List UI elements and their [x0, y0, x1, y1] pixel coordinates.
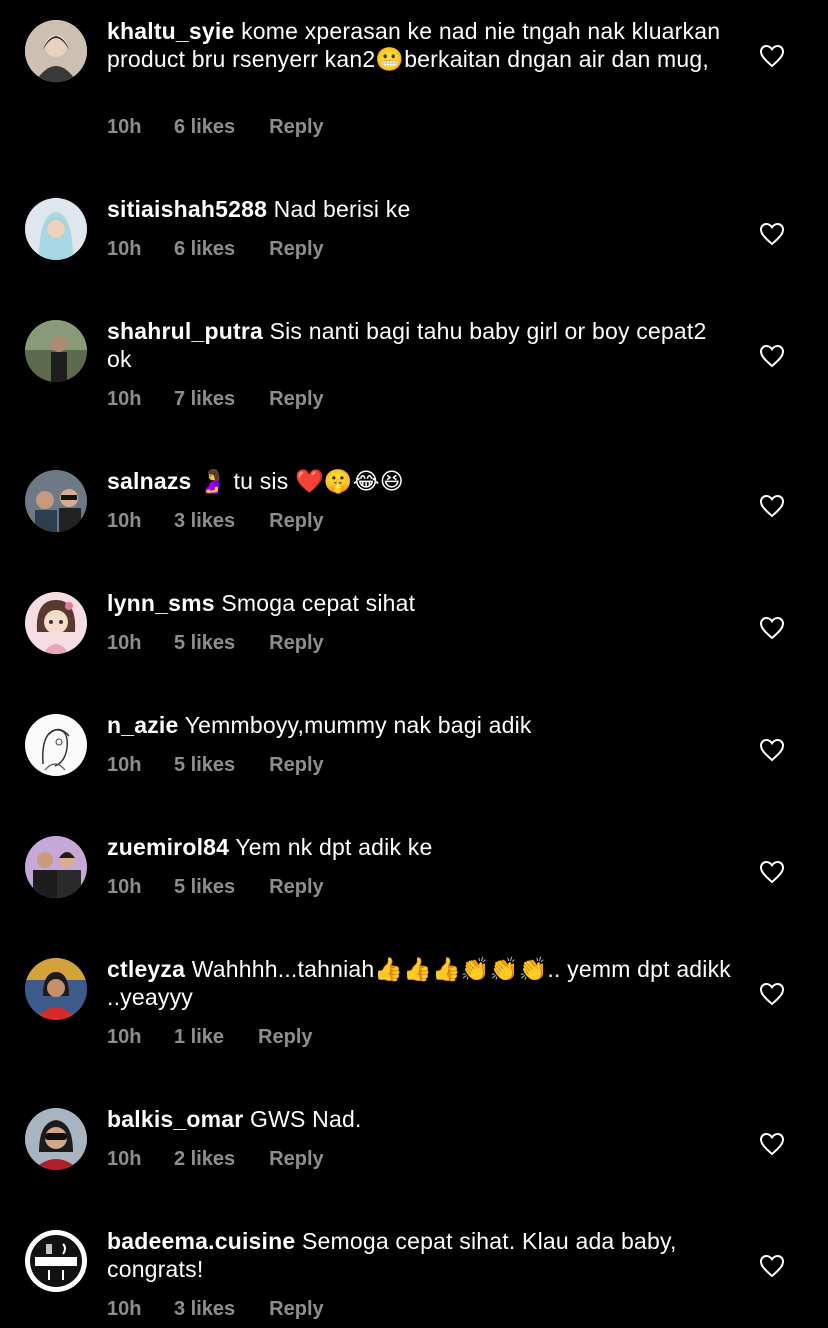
comment-body: Yemmboyy,mummy nak bagi adik [184, 712, 532, 738]
comment-body: 🤰 tu sis ❤️🤫😂😆 [198, 468, 404, 494]
avatar[interactable] [25, 836, 87, 898]
comment-username[interactable]: salnazs [107, 468, 192, 494]
reply-button[interactable]: Reply [269, 1148, 323, 1171]
reply-button[interactable]: Reply [258, 1026, 312, 1049]
heart-outline-icon[interactable] [759, 860, 785, 884]
heart-outline-icon[interactable] [759, 616, 785, 640]
heart-outline-icon[interactable] [759, 494, 785, 518]
comment-body: Smoga cepat sihat [221, 590, 416, 616]
comment-meta: 10h 7 likes Reply [107, 388, 324, 411]
comment-time: 10h [107, 238, 142, 260]
reply-button[interactable]: Reply [269, 388, 323, 411]
reply-button[interactable]: Reply [269, 754, 323, 777]
avatar[interactable] [25, 1108, 87, 1170]
comment-text: badeema.cuisine Semoga cepat sihat. Klau… [107, 1227, 732, 1283]
heart-outline-icon[interactable] [759, 1132, 785, 1156]
comment-likes[interactable]: 3 likes [174, 510, 235, 533]
comment-text: lynn_sms Smoga cepat sihat [107, 589, 732, 617]
comment-body: Yem nk dpt adik ke [235, 834, 433, 860]
comment-meta: 10h 3 likes Reply [107, 510, 324, 533]
comment-username[interactable]: ctleyza [107, 956, 185, 982]
comment-username[interactable]: zuemirol84 [107, 834, 229, 860]
comment-username[interactable]: n_azie [107, 712, 179, 738]
comment-username[interactable]: khaltu_syie [107, 18, 235, 44]
badeema-logo [25, 1230, 87, 1292]
heart-outline-icon[interactable] [759, 222, 785, 246]
comment-meta: 10h 5 likes Reply [107, 632, 324, 655]
comment-likes[interactable]: 7 likes [174, 388, 235, 411]
comment-text: sitiaishah5288 Nad berisi ke [107, 195, 732, 223]
reply-button[interactable]: Reply [269, 116, 323, 139]
comment-text: salnazs 🤰 tu sis ❤️🤫😂😆 [107, 467, 732, 495]
comment-likes[interactable]: 6 likes [174, 116, 235, 139]
comment-likes[interactable]: 2 likes [174, 1148, 235, 1171]
comment-meta: 10h 6 likes Reply [107, 238, 324, 261]
comment-time: 10h [107, 1026, 142, 1048]
comment-text: ctleyza Wahhhh...tahniah👍👍👍👏👏👏.. yemm dp… [107, 955, 732, 1011]
comment-time: 10h [107, 388, 142, 410]
comment-meta: 10h 1 like Reply [107, 1026, 313, 1049]
comment-text: zuemirol84 Yem nk dpt adik ke [107, 833, 732, 861]
reply-button[interactable]: Reply [269, 876, 323, 899]
comment-meta: 10h 3 likes Reply [107, 1298, 324, 1321]
comment-username[interactable]: sitiaishah5288 [107, 196, 267, 222]
comment-body: GWS Nad. [250, 1106, 362, 1132]
comment-likes[interactable]: 1 like [174, 1026, 224, 1049]
reply-button[interactable]: Reply [269, 238, 323, 261]
comment-time: 10h [107, 510, 142, 532]
comment-time: 10h [107, 1298, 142, 1320]
comment-username[interactable]: badeema.cuisine [107, 1228, 295, 1254]
comment-likes[interactable]: 3 likes [174, 1298, 235, 1321]
heart-outline-icon[interactable] [759, 44, 785, 68]
comment-text: balkis_omar GWS Nad. [107, 1105, 732, 1133]
avatar[interactable] [25, 1230, 87, 1292]
avatar[interactable] [25, 198, 87, 260]
avatar[interactable] [25, 320, 87, 382]
comment-username[interactable]: lynn_sms [107, 590, 215, 616]
comment-meta: 10h 5 likes Reply [107, 754, 324, 777]
comment-username[interactable]: shahrul_putra [107, 318, 263, 344]
comment-text: shahrul_putra Sis nanti bagi tahu baby g… [107, 317, 732, 373]
avatar[interactable] [25, 958, 87, 1020]
comment-text: khaltu_syie kome xperasan ke nad nie tng… [107, 17, 732, 73]
comment-time: 10h [107, 632, 142, 654]
comment-likes[interactable]: 5 likes [174, 876, 235, 899]
comment-body: Nad berisi ke [273, 196, 411, 222]
avatar[interactable] [25, 714, 87, 776]
comment-likes[interactable]: 6 likes [174, 238, 235, 261]
comment-time: 10h [107, 1148, 142, 1170]
comment-meta: 10h 5 likes Reply [107, 876, 324, 899]
reply-button[interactable]: Reply [269, 1298, 323, 1321]
comment-time: 10h [107, 116, 142, 138]
comment-text: n_azie Yemmboyy,mummy nak bagi adik [107, 711, 732, 739]
comment-likes[interactable]: 5 likes [174, 632, 235, 655]
comment-username[interactable]: balkis_omar [107, 1106, 243, 1132]
comment-time: 10h [107, 876, 142, 898]
avatar[interactable] [25, 20, 87, 82]
avatar[interactable] [25, 470, 87, 532]
heart-outline-icon[interactable] [759, 344, 785, 368]
reply-button[interactable]: Reply [269, 632, 323, 655]
comment-meta: 10h 6 likes Reply [107, 116, 324, 139]
heart-outline-icon[interactable] [759, 982, 785, 1006]
heart-outline-icon[interactable] [759, 738, 785, 762]
comment-meta: 10h 2 likes Reply [107, 1148, 324, 1171]
avatar[interactable] [25, 592, 87, 654]
comment-likes[interactable]: 5 likes [174, 754, 235, 777]
comment-body: Wahhhh...tahniah👍👍👍👏👏👏.. yemm dpt adikk … [107, 956, 732, 1010]
heart-outline-icon[interactable] [759, 1254, 785, 1278]
comment-time: 10h [107, 754, 142, 776]
reply-button[interactable]: Reply [269, 510, 323, 533]
